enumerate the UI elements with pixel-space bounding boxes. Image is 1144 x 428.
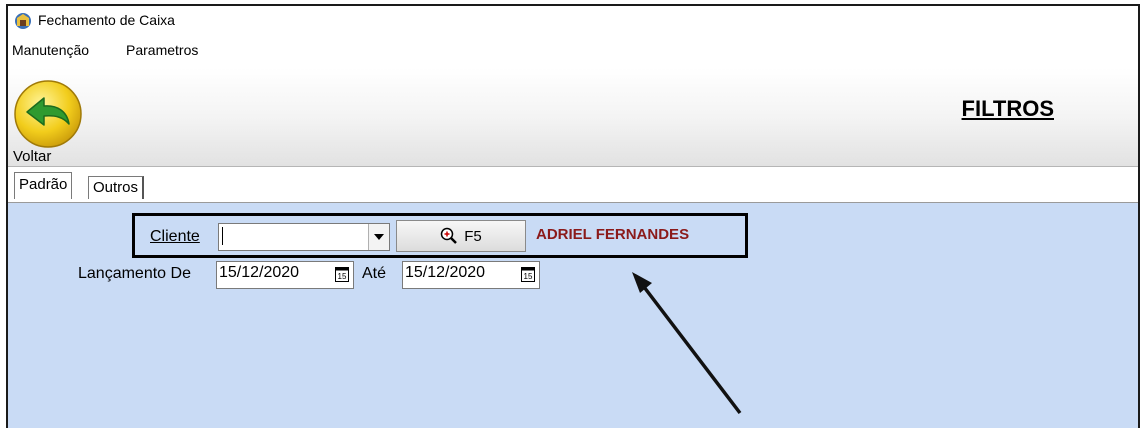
- tab-outros[interactable]: Outros: [88, 176, 145, 199]
- date-to-field[interactable]: 15/12/2020 15: [402, 261, 540, 289]
- window-title: Fechamento de Caixa: [38, 12, 175, 28]
- tab-padrao[interactable]: Padrão: [14, 172, 73, 199]
- page-heading: FILTROS: [961, 96, 1054, 121]
- lancamento-label: Lançamento De: [78, 265, 191, 282]
- app-window: Fechamento de Caixa Manutenção Parametro…: [6, 4, 1140, 428]
- back-arrow-icon: [14, 80, 82, 148]
- filters-panel: Cliente F5 ADRIEL FERNANDES Lançamento D…: [8, 203, 1138, 428]
- title-bar: Fechamento de Caixa: [8, 6, 1138, 34]
- svg-text:15: 15: [338, 272, 347, 281]
- tab-strip: Padrão Outros: [8, 168, 1138, 203]
- date-to-value: 15/12/2020: [405, 264, 486, 281]
- back-button[interactable]: Voltar: [11, 78, 87, 165]
- highlight-box: [132, 213, 748, 258]
- calendar-icon[interactable]: 15: [521, 266, 535, 282]
- date-from-value: 15/12/2020: [219, 264, 300, 281]
- app-icon: [15, 13, 31, 29]
- calendar-icon[interactable]: 15: [335, 266, 349, 282]
- svg-text:15: 15: [524, 272, 533, 281]
- menu-bar: Manutenção Parametros: [8, 42, 1138, 64]
- toolbar: Voltar FILTROS: [8, 68, 1138, 167]
- menu-manutencao[interactable]: Manutenção: [12, 42, 89, 58]
- ate-label: Até: [362, 265, 387, 282]
- back-label: Voltar: [13, 148, 52, 165]
- menu-parametros[interactable]: Parametros: [126, 42, 198, 58]
- date-from-field[interactable]: 15/12/2020 15: [216, 261, 354, 289]
